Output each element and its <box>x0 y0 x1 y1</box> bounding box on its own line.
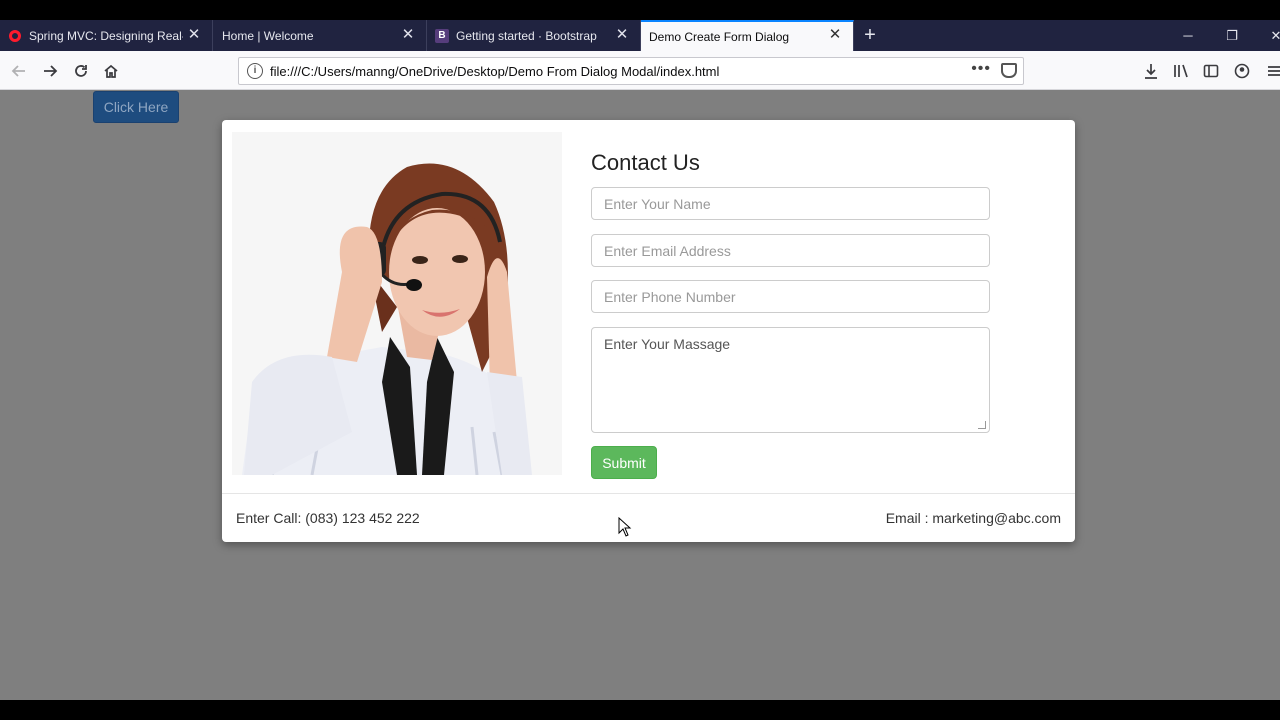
mouse-cursor-icon <box>618 517 632 537</box>
close-icon[interactable]: ✕ <box>614 27 630 43</box>
url-bar[interactable]: i file:///C:/Users/manng/OneDrive/Deskto… <box>238 57 1024 85</box>
tab-demo-form[interactable]: Demo Create Form Dialog ✕ <box>641 20 854 51</box>
modal-title: Contact Us <box>591 150 700 175</box>
bottom-letterbox <box>0 700 1280 720</box>
tab-spring-mvc[interactable]: Spring MVC: Designing Real-W ✕ <box>0 20 213 51</box>
tab-strip: Spring MVC: Designing Real-W ✕ Home | We… <box>0 20 1280 51</box>
close-icon[interactable]: ✕ <box>827 27 843 43</box>
footer-email: Email : marketing@abc.com <box>885 510 1061 526</box>
name-input[interactable] <box>591 187 990 220</box>
contact-form: Contact Us Submit <box>591 150 991 479</box>
email-input[interactable] <box>591 234 990 267</box>
bootstrap-icon: B <box>435 28 449 43</box>
tab-title: Getting started · Bootstrap <box>456 28 597 43</box>
url-text[interactable]: file:///C:/Users/manng/OneDrive/Desktop/… <box>270 64 719 79</box>
resize-grip-icon[interactable] <box>978 421 986 429</box>
close-icon[interactable]: ✕ <box>186 27 202 43</box>
message-textarea[interactable] <box>591 327 990 433</box>
menu-icon[interactable] <box>1262 59 1280 83</box>
forward-icon[interactable] <box>38 59 62 83</box>
restore-icon[interactable]: ❐ <box>1212 20 1252 51</box>
nav-toolbar: i file:///C:/Users/manng/OneDrive/Deskto… <box>0 51 1280 90</box>
modal-footer: Enter Call: (083) 123 452 222 Email : ma… <box>222 493 1075 542</box>
footer-call: Enter Call: (083) 123 452 222 <box>236 510 420 526</box>
download-icon[interactable] <box>1139 59 1163 83</box>
window-close-icon[interactable]: ✕ <box>1256 20 1280 51</box>
page-viewport: Click Here Contact Us Enter Your Name En… <box>0 90 1280 700</box>
tab-title: Demo Create Form Dialog <box>649 29 790 44</box>
screen: Spring MVC: Designing Real-W ✕ Home | We… <box>0 0 1280 720</box>
contact-modal: Contact Us Submit Enter Call: (083) 123 … <box>222 120 1075 542</box>
tab-title: Home | Welcome <box>222 28 314 43</box>
minimize-icon[interactable]: ─ <box>1168 20 1208 51</box>
back-icon[interactable] <box>7 59 31 83</box>
pocket-icon[interactable] <box>1001 63 1017 78</box>
account-icon[interactable] <box>1230 59 1254 83</box>
home-icon[interactable] <box>99 59 123 83</box>
phone-input[interactable] <box>591 280 990 313</box>
close-icon[interactable]: ✕ <box>400 27 416 43</box>
tab-title: Spring MVC: Designing Real-W <box>29 28 183 43</box>
support-agent-image <box>232 132 562 475</box>
new-tab-button[interactable]: + <box>858 23 882 47</box>
tab-bootstrap[interactable]: B Getting started · Bootstrap ✕ <box>427 20 641 51</box>
top-letterbox <box>0 0 1280 20</box>
library-icon[interactable] <box>1169 59 1193 83</box>
info-icon[interactable]: i <box>247 63 263 79</box>
sidebar-icon[interactable] <box>1199 59 1223 83</box>
opera-icon <box>8 29 22 43</box>
submit-button[interactable]: Submit <box>591 446 657 479</box>
click-here-button[interactable]: Click Here <box>93 91 179 123</box>
tab-home-welcome[interactable]: Home | Welcome ✕ <box>213 20 427 51</box>
reload-icon[interactable] <box>69 59 93 83</box>
page-actions-icon[interactable]: ••• <box>971 60 991 78</box>
